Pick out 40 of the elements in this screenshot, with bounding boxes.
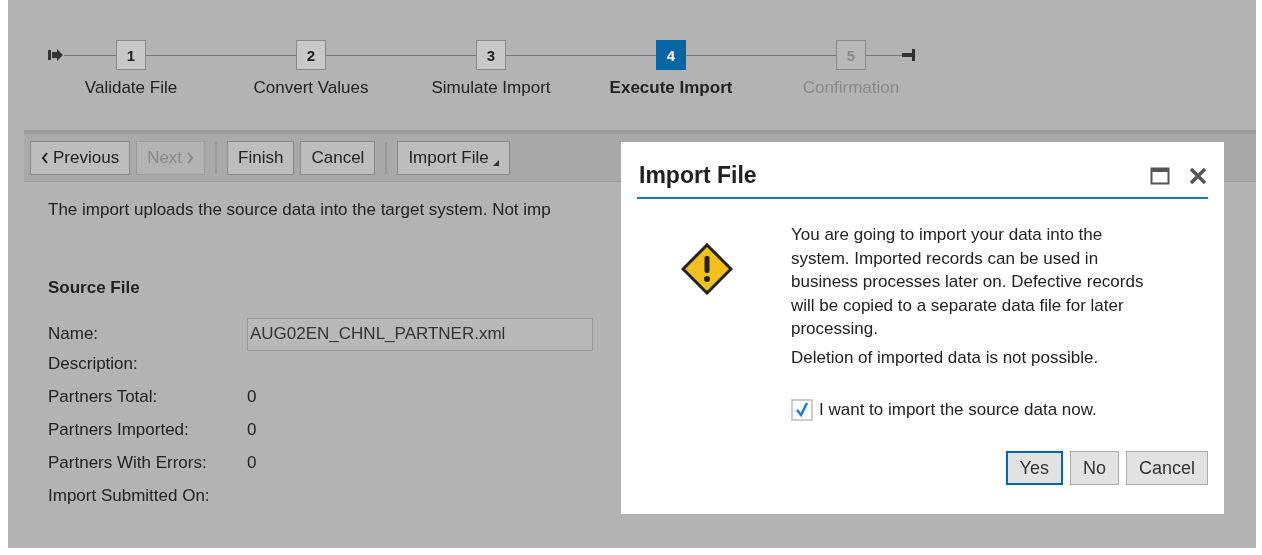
field-label: Partners Total: xyxy=(48,387,159,407)
input-field[interactable]: AUG02EN_CHNL_PARTNER.xml xyxy=(247,317,593,351)
step-label: Simulate Import xyxy=(431,78,551,98)
step-number[interactable]: 1 xyxy=(116,40,146,70)
field-label: Name: xyxy=(48,324,100,344)
section-title: Source File xyxy=(48,278,140,298)
dialog-button[interactable]: No xyxy=(1069,451,1119,485)
step-label: Execute Import xyxy=(609,78,733,98)
field-label: Partners Imported: xyxy=(48,420,190,440)
toolbar-button[interactable]: Cancel xyxy=(300,140,376,175)
field-value: 0 xyxy=(247,387,257,407)
checkbox-label: I want to import the source data now. xyxy=(819,400,1097,420)
checkbox[interactable] xyxy=(791,399,813,421)
step-number[interactable]: 4 xyxy=(656,40,686,70)
step-label: Validate File xyxy=(84,78,178,98)
start-icon xyxy=(48,48,64,62)
menu-button[interactable]: Import File xyxy=(397,140,510,175)
end-icon xyxy=(902,48,916,62)
caret-icon xyxy=(492,159,499,166)
step-number[interactable]: 3 xyxy=(476,40,506,70)
field-value: 0 xyxy=(247,453,257,473)
toolbar-button[interactable]: Finish xyxy=(227,140,295,175)
intro-text: The import uploads the source data into the target system. Not imp xyxy=(48,200,552,220)
step-number[interactable]: 2 xyxy=(296,40,326,70)
field-label: Partners With Errors: xyxy=(48,453,208,473)
step-label: Convert Values xyxy=(253,78,369,98)
dialog-button[interactable]: Yes xyxy=(1005,451,1063,485)
warning-icon xyxy=(681,243,733,295)
dialog-title: Import File xyxy=(639,162,758,189)
close-icon[interactable] xyxy=(1188,165,1208,186)
maximize-icon[interactable] xyxy=(1150,166,1170,185)
chevron-right-icon xyxy=(186,151,195,164)
dialog-button[interactable]: Cancel xyxy=(1125,451,1208,485)
toolbar-button[interactable]: Previous xyxy=(30,140,131,175)
field-value: 0 xyxy=(247,420,257,440)
dialog-message: You are going to import your data into the system. Imported records can be used in business processes later on. Defective records will be copied to a separate data file for later processing. xyxy=(791,224,1145,340)
field-label: Import Submitted On: xyxy=(48,486,211,506)
field-label: Description: xyxy=(48,354,139,374)
chevron-left-icon xyxy=(41,151,49,164)
dialog-message: Deletion of imported data is not possible. xyxy=(791,346,1100,369)
